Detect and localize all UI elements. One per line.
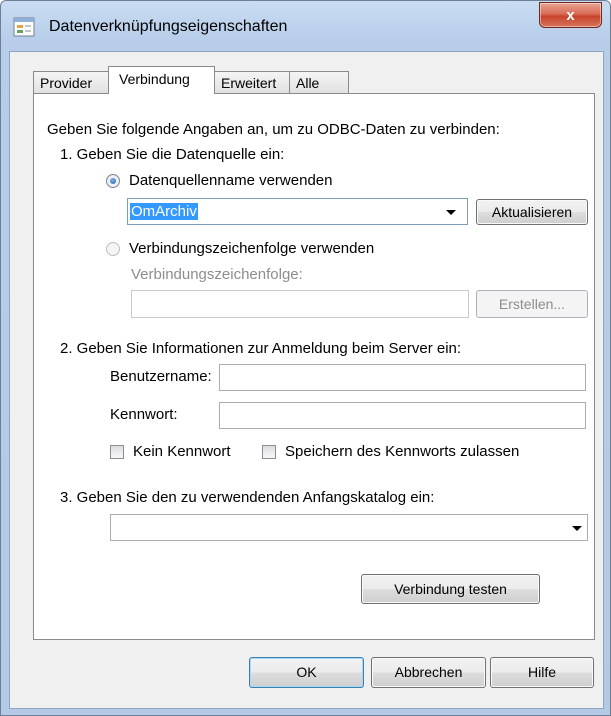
- step2-label: 2. Geben Sie Informationen zur Anmeldung…: [60, 340, 462, 357]
- intro-text: Geben Sie folgende Angaben an, um zu ODB…: [47, 121, 500, 138]
- data-link-icon: [13, 17, 35, 37]
- username-input[interactable]: [219, 364, 586, 391]
- connection-string-label: Verbindungszeichenfolge:: [131, 266, 303, 283]
- tab-erweitert[interactable]: Erweitert: [214, 71, 290, 93]
- datasource-combobox[interactable]: OmArchiv: [127, 198, 468, 225]
- close-icon: x: [566, 7, 575, 24]
- no-password-label[interactable]: Kein Kennwort: [133, 443, 231, 460]
- password-label: Kennwort:: [110, 406, 178, 423]
- ok-button[interactable]: OK: [249, 657, 364, 688]
- radio-datasource-name-label[interactable]: Datenquellenname verwenden: [129, 172, 332, 189]
- tab-provider[interactable]: Provider: [33, 71, 109, 93]
- allow-saving-password-label[interactable]: Speichern des Kennworts zulassen: [285, 443, 519, 460]
- allow-saving-password-checkbox[interactable]: [262, 445, 276, 459]
- password-input[interactable]: [219, 402, 586, 429]
- dropdown-arrow-icon[interactable]: [572, 526, 582, 531]
- cancel-button[interactable]: Abbrechen: [371, 657, 486, 688]
- radio-connection-string-label[interactable]: Verbindungszeichenfolge verwenden: [129, 240, 374, 257]
- step1-label: 1. Geben Sie die Datenquelle ein:: [60, 146, 285, 163]
- refresh-button[interactable]: Aktualisieren: [476, 199, 588, 225]
- build-button[interactable]: Erstellen...: [476, 290, 588, 318]
- connection-tab-panel: Geben Sie folgende Angaben an, um zu ODB…: [33, 93, 595, 640]
- test-connection-button[interactable]: Verbindung testen: [361, 574, 540, 604]
- radio-connection-string[interactable]: [106, 242, 120, 256]
- radio-datasource-name[interactable]: [106, 174, 120, 188]
- window-title: Datenverknüpfungseigenschaften: [49, 18, 288, 35]
- help-button[interactable]: Hilfe: [490, 657, 594, 688]
- step3-label: 3. Geben Sie den zu verwendenden Anfangs…: [60, 489, 435, 506]
- title-bar[interactable]: Datenverknüpfungseigenschaften x: [1, 1, 610, 51]
- dialog-client-area: Provider Verbindung Erweitert Alle Geben…: [9, 51, 604, 709]
- close-button[interactable]: x: [539, 2, 602, 28]
- dropdown-arrow-icon[interactable]: [446, 210, 456, 215]
- no-password-checkbox[interactable]: [110, 445, 124, 459]
- tab-verbindung[interactable]: Verbindung: [108, 66, 215, 94]
- datasource-value: OmArchiv: [130, 203, 198, 220]
- username-label: Benutzername:: [110, 368, 212, 385]
- dialog-window: Datenverknüpfungseigenschaften x Provide…: [0, 0, 611, 716]
- connection-string-input[interactable]: [131, 290, 469, 318]
- initial-catalog-combobox[interactable]: [110, 514, 588, 541]
- tab-alle[interactable]: Alle: [289, 71, 349, 93]
